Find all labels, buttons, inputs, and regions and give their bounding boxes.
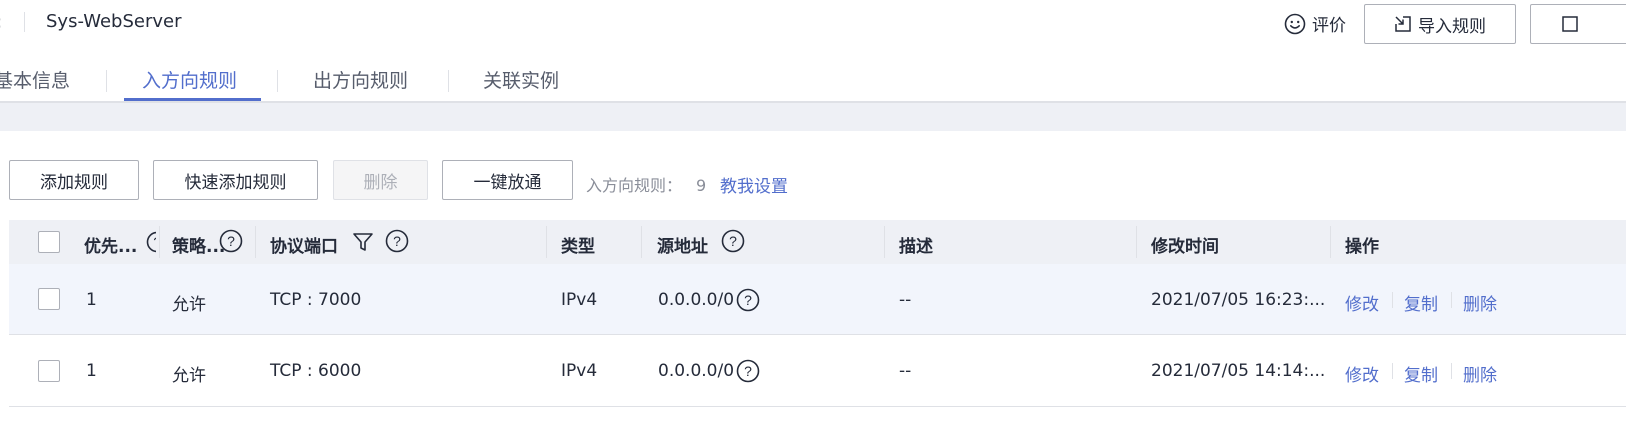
smile-icon [1284,13,1306,35]
svg-text:?: ? [729,233,737,249]
action-divider [1451,292,1452,308]
modify-link[interactable]: 修改 [1345,361,1379,386]
tab-divider [448,70,449,92]
tab-associated-instances[interactable]: 关联实例 [483,66,559,93]
source-help-icon[interactable]: ? [736,359,760,383]
add-rule-button[interactable]: 添加规则 [9,160,139,200]
svg-text:?: ? [153,235,156,250]
header-divider [24,12,25,32]
header-actions: 操作 [1345,237,1379,257]
quick-add-rule-button[interactable]: 快速添加规则 [153,160,318,200]
import-rules-button[interactable]: 导入规则 [1364,4,1516,44]
action-divider [1392,292,1393,308]
tab-divider [277,70,278,92]
header-description: 描述 [899,237,933,257]
back-icon[interactable]: ‹ [0,10,2,34]
header-source: 源地址 [657,237,708,257]
tab-outbound-rules[interactable]: 出方向规则 [313,66,408,93]
header-protocol-port: 协议端口 [270,237,338,257]
column-divider [159,226,160,258]
rate-button[interactable]: 评价 [1284,11,1346,36]
svg-text:?: ? [744,292,752,308]
cell-description: -- [899,290,912,310]
copy-link[interactable]: 复制 [1404,361,1438,386]
svg-text:?: ? [393,233,401,249]
tab-inbound-rules[interactable]: 入方向规则 [142,66,237,93]
export-button[interactable] [1530,4,1626,44]
content-separator [0,103,1626,131]
select-all-checkbox[interactable] [38,231,60,253]
column-divider [1136,226,1137,258]
cell-priority: 1 [86,290,97,310]
svg-text:?: ? [227,233,235,249]
header-modified-time: 修改时间 [1151,237,1219,257]
rule-count-label: 入方向规则： [586,176,683,195]
priority-help-icon[interactable]: ? [146,231,156,253]
copy-link[interactable]: 复制 [1404,290,1438,315]
tab-basic-info[interactable]: 基本信息 [0,66,70,93]
header-type: 类型 [561,237,595,257]
cell-modified-time: 2021/07/05 16:23:... [1151,290,1326,310]
delete-button[interactable]: 删除 [333,160,428,200]
cell-description: -- [899,361,912,381]
source-help-icon[interactable]: ? [721,229,745,253]
column-divider [255,226,256,258]
page-title: Sys-WebServer [46,11,182,32]
export-icon [1561,15,1579,33]
modify-link[interactable]: 修改 [1345,290,1379,315]
column-divider [1330,226,1331,258]
delete-link[interactable]: 删除 [1463,361,1497,386]
rule-count: 入方向规则： 9 [586,172,706,196]
one-click-allow-button[interactable]: 一键放通 [442,160,573,200]
cell-source: 0.0.0.0/0 [658,290,735,310]
rule-count-value: 9 [696,176,707,195]
table-row[interactable] [9,336,1626,407]
cell-policy: 允许 [172,295,206,315]
column-divider [546,226,547,258]
help-link[interactable]: 教我设置 [720,172,788,197]
action-divider [1392,363,1393,379]
tab-divider [106,70,107,92]
row-checkbox[interactable] [38,360,60,382]
column-divider [884,226,885,258]
table-row[interactable] [9,264,1626,335]
cell-source: 0.0.0.0/0 [658,361,735,381]
svg-text:?: ? [744,363,752,379]
cell-priority: 1 [86,361,97,381]
cell-modified-time: 2021/07/05 14:14:... [1151,361,1326,381]
cell-protocol-port: TCP : 7000 [270,290,362,310]
table-header [9,220,1626,264]
source-help-icon[interactable]: ? [736,288,760,312]
policy-help-icon[interactable]: ? [219,229,243,253]
column-divider [641,226,642,258]
filter-icon[interactable] [352,231,374,257]
cell-policy: 允许 [172,366,206,386]
import-icon [1394,15,1412,33]
action-divider [1451,363,1452,379]
rate-label: 评价 [1312,16,1346,36]
cell-type: IPv4 [561,290,598,310]
cell-protocol-port: TCP : 6000 [270,361,362,381]
protocol-help-icon[interactable]: ? [385,229,409,253]
header-priority: 优先... [84,237,138,257]
cell-type: IPv4 [561,361,598,381]
header-policy: 策略... [172,237,226,257]
import-rules-label: 导入规则 [1418,16,1486,37]
row-checkbox[interactable] [38,288,60,310]
delete-link[interactable]: 删除 [1463,290,1497,315]
